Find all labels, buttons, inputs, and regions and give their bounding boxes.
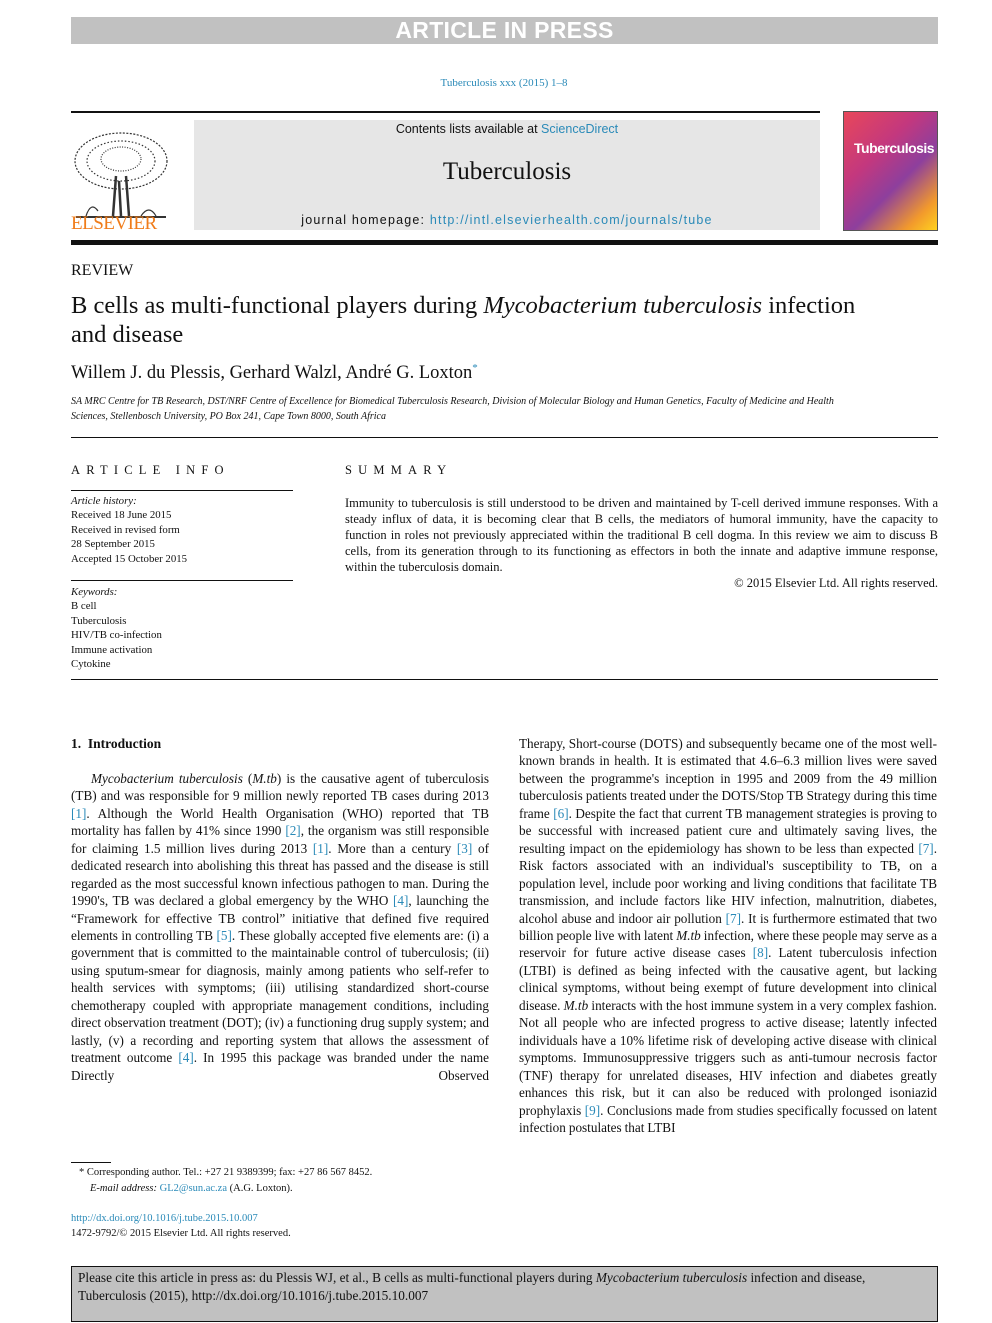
keyword: Tuberculosis — [71, 614, 127, 627]
author-list: Willem J. du Plessis, Gerhard Walzl, And… — [71, 363, 473, 384]
text-run: interacts with the host immune system in… — [519, 997, 937, 1118]
history-label: Article history: — [71, 495, 137, 507]
citation-ref[interactable]: [4] — [178, 1050, 193, 1065]
homepage-line: journal homepage: http://intl.elsevierhe… — [194, 213, 820, 227]
keywords: Keywords: B cell Tuberculosis HIV/TB co-… — [71, 585, 162, 671]
citation-box: Please cite this article in press as: du… — [71, 1266, 938, 1322]
keyword: HIV/TB co-infection — [71, 629, 162, 642]
title-part: B cells as multi-functional players duri… — [71, 292, 484, 319]
elsevier-wordmark: ELSEVIER — [71, 213, 157, 234]
issn-copyright: 1472-9792/© 2015 Elsevier Ltd. All right… — [71, 1228, 291, 1239]
italic-text: M.tb — [563, 997, 589, 1013]
cover-title: Tuberculosis — [854, 140, 935, 156]
text-run: ( — [242, 770, 253, 786]
homepage-prefix: journal homepage: — [301, 213, 430, 227]
contents-prefix: Contents lists available at — [395, 122, 542, 136]
footnote-text: Corresponding author. Tel.: +27 21 93893… — [84, 1167, 373, 1178]
footnote: * Corresponding author. Tel.: +27 21 938… — [71, 1165, 372, 1196]
citation-ref[interactable]: [7] — [726, 911, 741, 926]
affiliation: SA MRC Centre for TB Research, DST/NRF C… — [71, 396, 834, 422]
homepage-link[interactable]: http://intl.elsevierhealth.com/journals/… — [430, 213, 713, 227]
summary-copyright: © 2015 Elsevier Ltd. All rights reserved… — [734, 576, 938, 590]
email-suffix: (A.G. Loxton). — [227, 1182, 293, 1194]
history-item: Received in revised form — [71, 523, 180, 536]
citation-ref[interactable]: [3] — [457, 841, 472, 856]
section-heading: 1. Introduction — [71, 736, 162, 751]
citation-ref[interactable]: [7] — [918, 841, 933, 856]
title-italic: Mycobacterium tuberculosis — [483, 292, 763, 319]
article-in-press-banner: ARTICLE IN PRESS — [71, 17, 938, 44]
divider — [71, 437, 938, 438]
text-run: . Despite the fact that current TB manag… — [519, 805, 937, 856]
text-run: . These globally accepted five elements … — [71, 928, 489, 1066]
article-info-heading: ARTICLE INFO — [71, 463, 230, 477]
keyword: B cell — [71, 600, 97, 613]
citation-ref[interactable]: [9] — [585, 1103, 600, 1118]
body-column-right: Therapy, Short-course (DOTS) and subsequ… — [519, 735, 937, 1136]
italic-text: Mycobacterium tuberculosis — [91, 770, 243, 786]
cite-italic: Mycobacterium tuberculosis — [595, 1270, 748, 1285]
keyword: Cytokine — [71, 658, 111, 671]
email-label: E-mail address: — [90, 1182, 160, 1194]
summary-heading: SUMMARY — [345, 463, 453, 477]
sciencedirect-link[interactable]: ScienceDirect — [541, 122, 618, 136]
summary: Immunity to tuberculosis is still unders… — [345, 495, 938, 591]
authors: Willem J. du Plessis, Gerhard Walzl, And… — [71, 362, 478, 384]
paragraph: Mycobacterium tuberculosis (M.tb) is the… — [71, 770, 489, 1084]
body-column-left: 1. Introduction Mycobacterium tuberculos… — [71, 735, 489, 1084]
citation-ref[interactable]: [2] — [285, 823, 300, 838]
doi-link[interactable]: http://dx.doi.org/10.1016/j.tube.2015.10… — [71, 1211, 291, 1226]
keyword: Immune activation — [71, 643, 153, 656]
text-run: . More than a century — [328, 840, 457, 856]
citation-ref[interactable]: [5] — [217, 928, 232, 943]
citation-ref[interactable]: [4] — [393, 893, 408, 908]
divider — [71, 490, 293, 491]
journal-cover-image[interactable]: Tuberculosis — [843, 111, 938, 231]
citation-ref[interactable]: [6] — [553, 806, 568, 821]
article-type: REVIEW — [71, 262, 134, 279]
divider — [71, 580, 293, 581]
journal-banner: Contents lists available at ScienceDirec… — [194, 120, 820, 230]
history-item: Received 18 June 2015 — [71, 509, 172, 522]
corresponding-author-mark[interactable]: * — [472, 362, 478, 374]
divider — [71, 240, 938, 245]
article-title: B cells as multi-functional players duri… — [71, 291, 871, 349]
keywords-label: Keywords: — [71, 586, 118, 598]
citation-ref[interactable]: [8] — [753, 945, 768, 960]
article-history: Article history: Received 18 June 2015 R… — [71, 494, 187, 566]
contents-line: Contents lists available at ScienceDirec… — [194, 122, 820, 136]
footnote-divider — [71, 1162, 111, 1163]
journal-title: Tuberculosis — [442, 158, 572, 185]
citation-ref[interactable]: [1] — [71, 806, 86, 821]
citation-ref[interactable]: [1] — [313, 841, 328, 856]
divider — [71, 679, 938, 680]
italic-text: M.tb — [676, 927, 701, 943]
paragraph: Therapy, Short-course (DOTS) and subsequ… — [519, 735, 937, 1136]
cite-text: Please cite this article in press as: du… — [78, 1270, 596, 1285]
email-link[interactable]: GL2@sun.ac.za — [160, 1183, 227, 1194]
summary-text: Immunity to tuberculosis is still unders… — [345, 496, 938, 574]
divider — [71, 111, 820, 113]
history-item: 28 September 2015 — [71, 538, 155, 551]
italic-text: M.tb — [252, 770, 277, 786]
history-item: Accepted 15 October 2015 — [71, 552, 188, 565]
journal-reference[interactable]: Tuberculosis xxx (2015) 1–8 — [0, 77, 992, 89]
doi-block: http://dx.doi.org/10.1016/j.tube.2015.10… — [71, 1211, 291, 1241]
